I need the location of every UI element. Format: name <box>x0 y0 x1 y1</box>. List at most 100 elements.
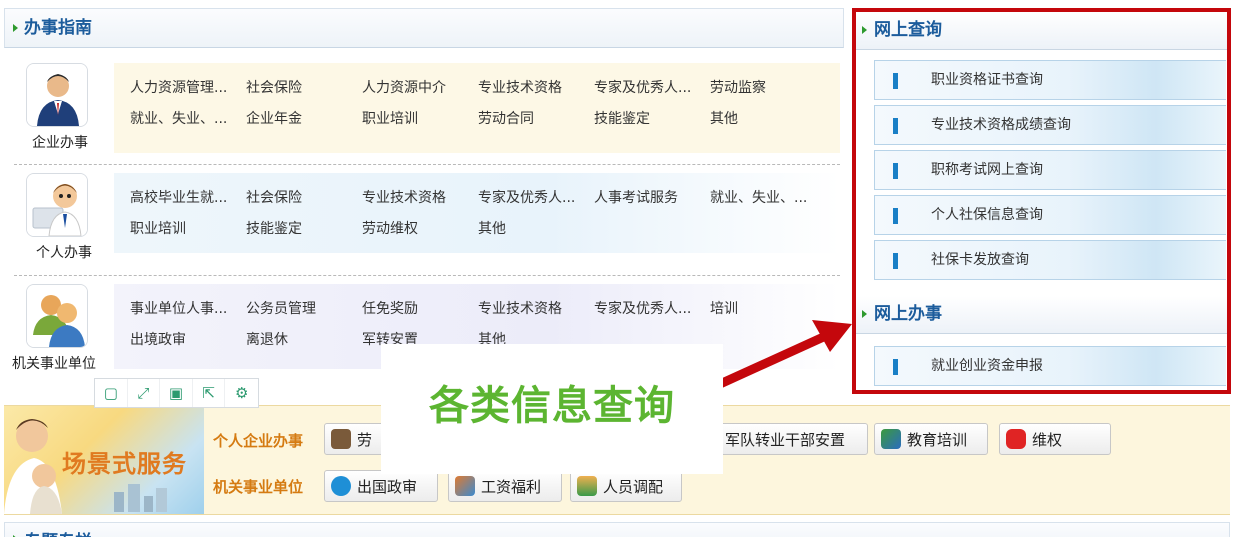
scene-button-salary[interactable]: 工资福利 <box>448 470 562 502</box>
query-item[interactable]: 职业资格证书查询 <box>874 60 1226 100</box>
category-label[interactable]: 企业办事 <box>10 132 110 152</box>
scenario-banner[interactable]: 场景式服务 <box>4 406 204 514</box>
guide-link[interactable]: 劳动合同 <box>478 110 534 128</box>
guide-link[interactable]: 专业技术资格 <box>362 189 446 207</box>
scenario-banner-title: 场景式服务 <box>62 450 187 478</box>
service-item[interactable]: 就业创业资金申报 <box>874 346 1226 386</box>
share-icon[interactable]: ⇱ <box>193 379 226 407</box>
hand-stop-icon <box>1006 429 1026 449</box>
group-people-icon[interactable] <box>26 284 88 348</box>
annotation-box: 各类信息查询 <box>381 344 723 474</box>
category-links-panel: 高校毕业生就... 社会保险 专业技术资格 专家及优秀人... 人事考试服务 就… <box>114 173 840 253</box>
airplane-icon <box>331 476 351 496</box>
service-item-label: 就业创业资金申报 <box>931 358 1043 374</box>
guide-link[interactable]: 技能鉴定 <box>246 220 302 238</box>
scene-button-education[interactable]: 教育培训 <box>874 423 988 455</box>
category-personal: 个人办事 高校毕业生就... 社会保险 专业技术资格 专家及优秀人... 人事考… <box>14 168 840 268</box>
query-item-label: 职称考试网上查询 <box>931 162 1043 178</box>
query-item[interactable]: 专业技术资格成绩查询 <box>874 105 1226 145</box>
guide-link[interactable]: 就业、失业、... <box>130 110 227 128</box>
online-query-header: 网上查询 <box>856 12 1227 50</box>
bullet-bar-icon <box>893 73 898 89</box>
bullet-bar-icon <box>893 118 898 134</box>
guide-link[interactable]: 专业技术资格 <box>478 79 562 97</box>
divider <box>14 275 840 276</box>
section-marker-icon <box>862 26 867 34</box>
scene-button-military-transfer[interactable]: 军队转业干部安置 <box>716 423 868 455</box>
category-business: 企业办事 人力资源管理... 社会保险 人力资源中介 专业技术资格 专家及优秀人… <box>14 58 840 158</box>
category-label[interactable]: 个人办事 <box>14 242 114 262</box>
business-person-icon[interactable] <box>26 63 88 127</box>
guide-link[interactable]: 社会保险 <box>246 79 302 97</box>
people-salary-icon <box>455 476 475 496</box>
query-item-label: 个人社保信息查询 <box>931 207 1043 223</box>
guide-link[interactable]: 其他 <box>478 220 506 238</box>
guide-link[interactable]: 公务员管理 <box>246 300 316 318</box>
query-item[interactable]: 个人社保信息查询 <box>874 195 1226 235</box>
scene-row-label-institution: 机关事业单位 <box>213 478 304 496</box>
annotation-text: 各类信息查询 <box>429 383 675 429</box>
query-item[interactable]: 社保卡发放查询 <box>874 240 1226 280</box>
person-transfer-icon <box>577 476 597 496</box>
next-section-header: 专题专栏 <box>4 522 1230 537</box>
category-label[interactable]: 机关事业单位 <box>2 353 106 373</box>
scene-button-label: 军队转业干部安置 <box>725 430 846 449</box>
online-query-title: 网上查询 <box>874 20 942 40</box>
guide-link[interactable]: 其他 <box>710 110 738 128</box>
bullet-bar-icon <box>893 253 898 269</box>
guide-link[interactable]: 职业培训 <box>362 110 418 128</box>
guide-link[interactable]: 事业单位人事... <box>130 300 227 318</box>
guide-link[interactable]: 出境政审 <box>130 331 186 349</box>
section-marker-icon <box>13 24 18 32</box>
scene-button-label: 教育培训 <box>907 430 968 449</box>
guide-link[interactable]: 劳动监察 <box>710 79 766 97</box>
guide-link[interactable]: 职业培训 <box>130 220 186 238</box>
bullet-bar-icon <box>893 163 898 179</box>
category-links-panel: 人力资源管理... 社会保险 人力资源中介 专业技术资格 专家及优秀人... 劳… <box>114 63 840 153</box>
scene-button-label: 人员调配 <box>603 477 664 496</box>
guide-link[interactable]: 劳动维权 <box>362 220 418 238</box>
floating-toolbar: ▢ ⤢ ▣ ⇱ ⚙ <box>94 378 259 408</box>
guide-link[interactable]: 社会保险 <box>246 189 302 207</box>
guide-link[interactable]: 专家及优秀人... <box>594 79 691 97</box>
save-icon[interactable]: ▣ <box>160 379 193 407</box>
scene-button-label: 出国政审 <box>357 477 418 496</box>
guide-link[interactable]: 任免奖励 <box>362 300 418 318</box>
scene-button-labor[interactable]: 劳 <box>324 423 384 455</box>
bullet-bar-icon <box>893 359 898 375</box>
scene-button-rights[interactable]: 维权 <box>999 423 1111 455</box>
query-item[interactable]: 职称考试网上查询 <box>874 150 1226 190</box>
guide-link[interactable]: 专家及优秀人... <box>478 189 575 207</box>
guide-title: 办事指南 <box>24 18 92 38</box>
query-item-label: 职业资格证书查询 <box>931 72 1043 88</box>
guide-link[interactable]: 就业、失业、... <box>710 189 807 207</box>
person-card-icon[interactable] <box>26 173 88 237</box>
guide-link[interactable]: 离退休 <box>246 331 288 349</box>
worker-icon <box>331 429 351 449</box>
training-icon <box>881 429 901 449</box>
scene-button-label: 劳 <box>357 430 373 449</box>
guide-link[interactable]: 人事考试服务 <box>594 189 678 207</box>
guide-link[interactable]: 专家及优秀人... <box>594 300 691 318</box>
next-section-title: 专题专栏 <box>24 527 92 537</box>
scene-button-transfer[interactable]: 人员调配 <box>570 470 682 502</box>
square-icon[interactable]: ▢ <box>95 379 128 407</box>
guide-link[interactable]: 人力资源管理... <box>130 79 227 97</box>
online-query-panel: 网上查询 职业资格证书查询 专业技术资格成绩查询 职称考试网上查询 个人社保信息… <box>852 8 1231 394</box>
gear-icon[interactable]: ⚙ <box>225 379 258 407</box>
guide-link[interactable]: 企业年金 <box>246 110 302 128</box>
expand-icon[interactable]: ⤢ <box>128 379 161 407</box>
query-item-label: 专业技术资格成绩查询 <box>931 117 1071 133</box>
guide-link[interactable]: 高校毕业生就... <box>130 189 227 207</box>
annotation-arrow <box>718 320 852 389</box>
scene-row-label-personal: 个人企业办事 <box>213 432 304 450</box>
bullet-bar-icon <box>893 208 898 224</box>
scene-button-exit-review[interactable]: 出国政审 <box>324 470 438 502</box>
guide-link[interactable]: 专业技术资格 <box>478 300 562 318</box>
divider <box>14 164 840 165</box>
guide-link[interactable]: 人力资源中介 <box>362 79 446 97</box>
query-item-label: 社保卡发放查询 <box>931 252 1029 268</box>
page: 办事指南 企业办事 人力资源管理... 社会保险 人力资源中介 专业技术资格 专… <box>0 0 1236 537</box>
online-service-title: 网上办事 <box>874 304 942 324</box>
guide-link[interactable]: 技能鉴定 <box>594 110 650 128</box>
